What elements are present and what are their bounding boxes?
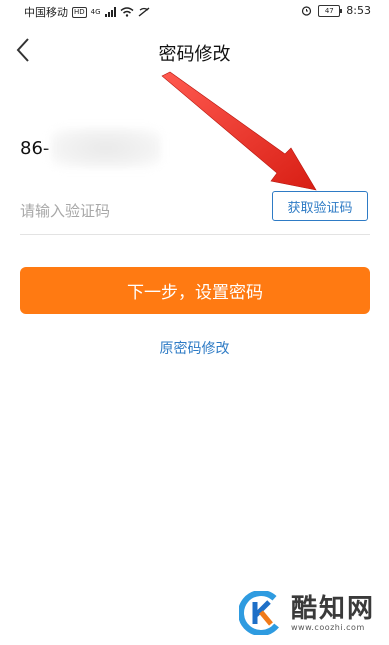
status-right: 47 8:53 bbox=[301, 4, 371, 17]
phone-number-row: 86- bbox=[20, 128, 162, 168]
no-disturb-icon bbox=[138, 7, 149, 17]
status-left: 中国移动 HD 4G bbox=[24, 4, 150, 20]
battery-icon: 47 bbox=[318, 4, 343, 17]
battery-level: 47 bbox=[324, 6, 334, 15]
verification-code-row: 获取验证码 bbox=[20, 190, 370, 235]
coozhi-logo-icon bbox=[238, 591, 283, 635]
verification-code-input[interactable] bbox=[20, 196, 250, 226]
hd-badge: HD bbox=[72, 6, 87, 18]
watermark-text: 酷知网 www.coozhi.com bbox=[291, 595, 375, 632]
clock: 8:53 bbox=[346, 4, 371, 17]
phone-number-blur-mask bbox=[51, 128, 162, 168]
network-type: 4G bbox=[90, 8, 101, 16]
get-code-button[interactable]: 获取验证码 bbox=[272, 191, 368, 221]
nav-bar: 密码修改 bbox=[0, 30, 389, 74]
carrier-name: 中国移动 bbox=[24, 6, 68, 19]
signal-icon bbox=[104, 7, 116, 17]
wifi-icon bbox=[120, 7, 134, 17]
page-title: 密码修改 bbox=[158, 44, 231, 65]
status-bar: 中国移动 HD 4G 47 8:53 bbox=[0, 0, 389, 22]
phone-prefix: 86- bbox=[20, 137, 50, 159]
watermark-name: 酷知网 bbox=[290, 593, 375, 624]
annotation-arrow-icon bbox=[161, 71, 317, 191]
watermark: 酷知网 www.coozhi.com bbox=[238, 591, 375, 635]
alarm-icon bbox=[302, 6, 312, 16]
next-set-password-button[interactable]: 下一步，设置密码 bbox=[20, 267, 370, 314]
watermark-url: www.coozhi.com bbox=[290, 622, 365, 632]
old-password-change-link[interactable]: 原密码修改 bbox=[0, 338, 389, 358]
